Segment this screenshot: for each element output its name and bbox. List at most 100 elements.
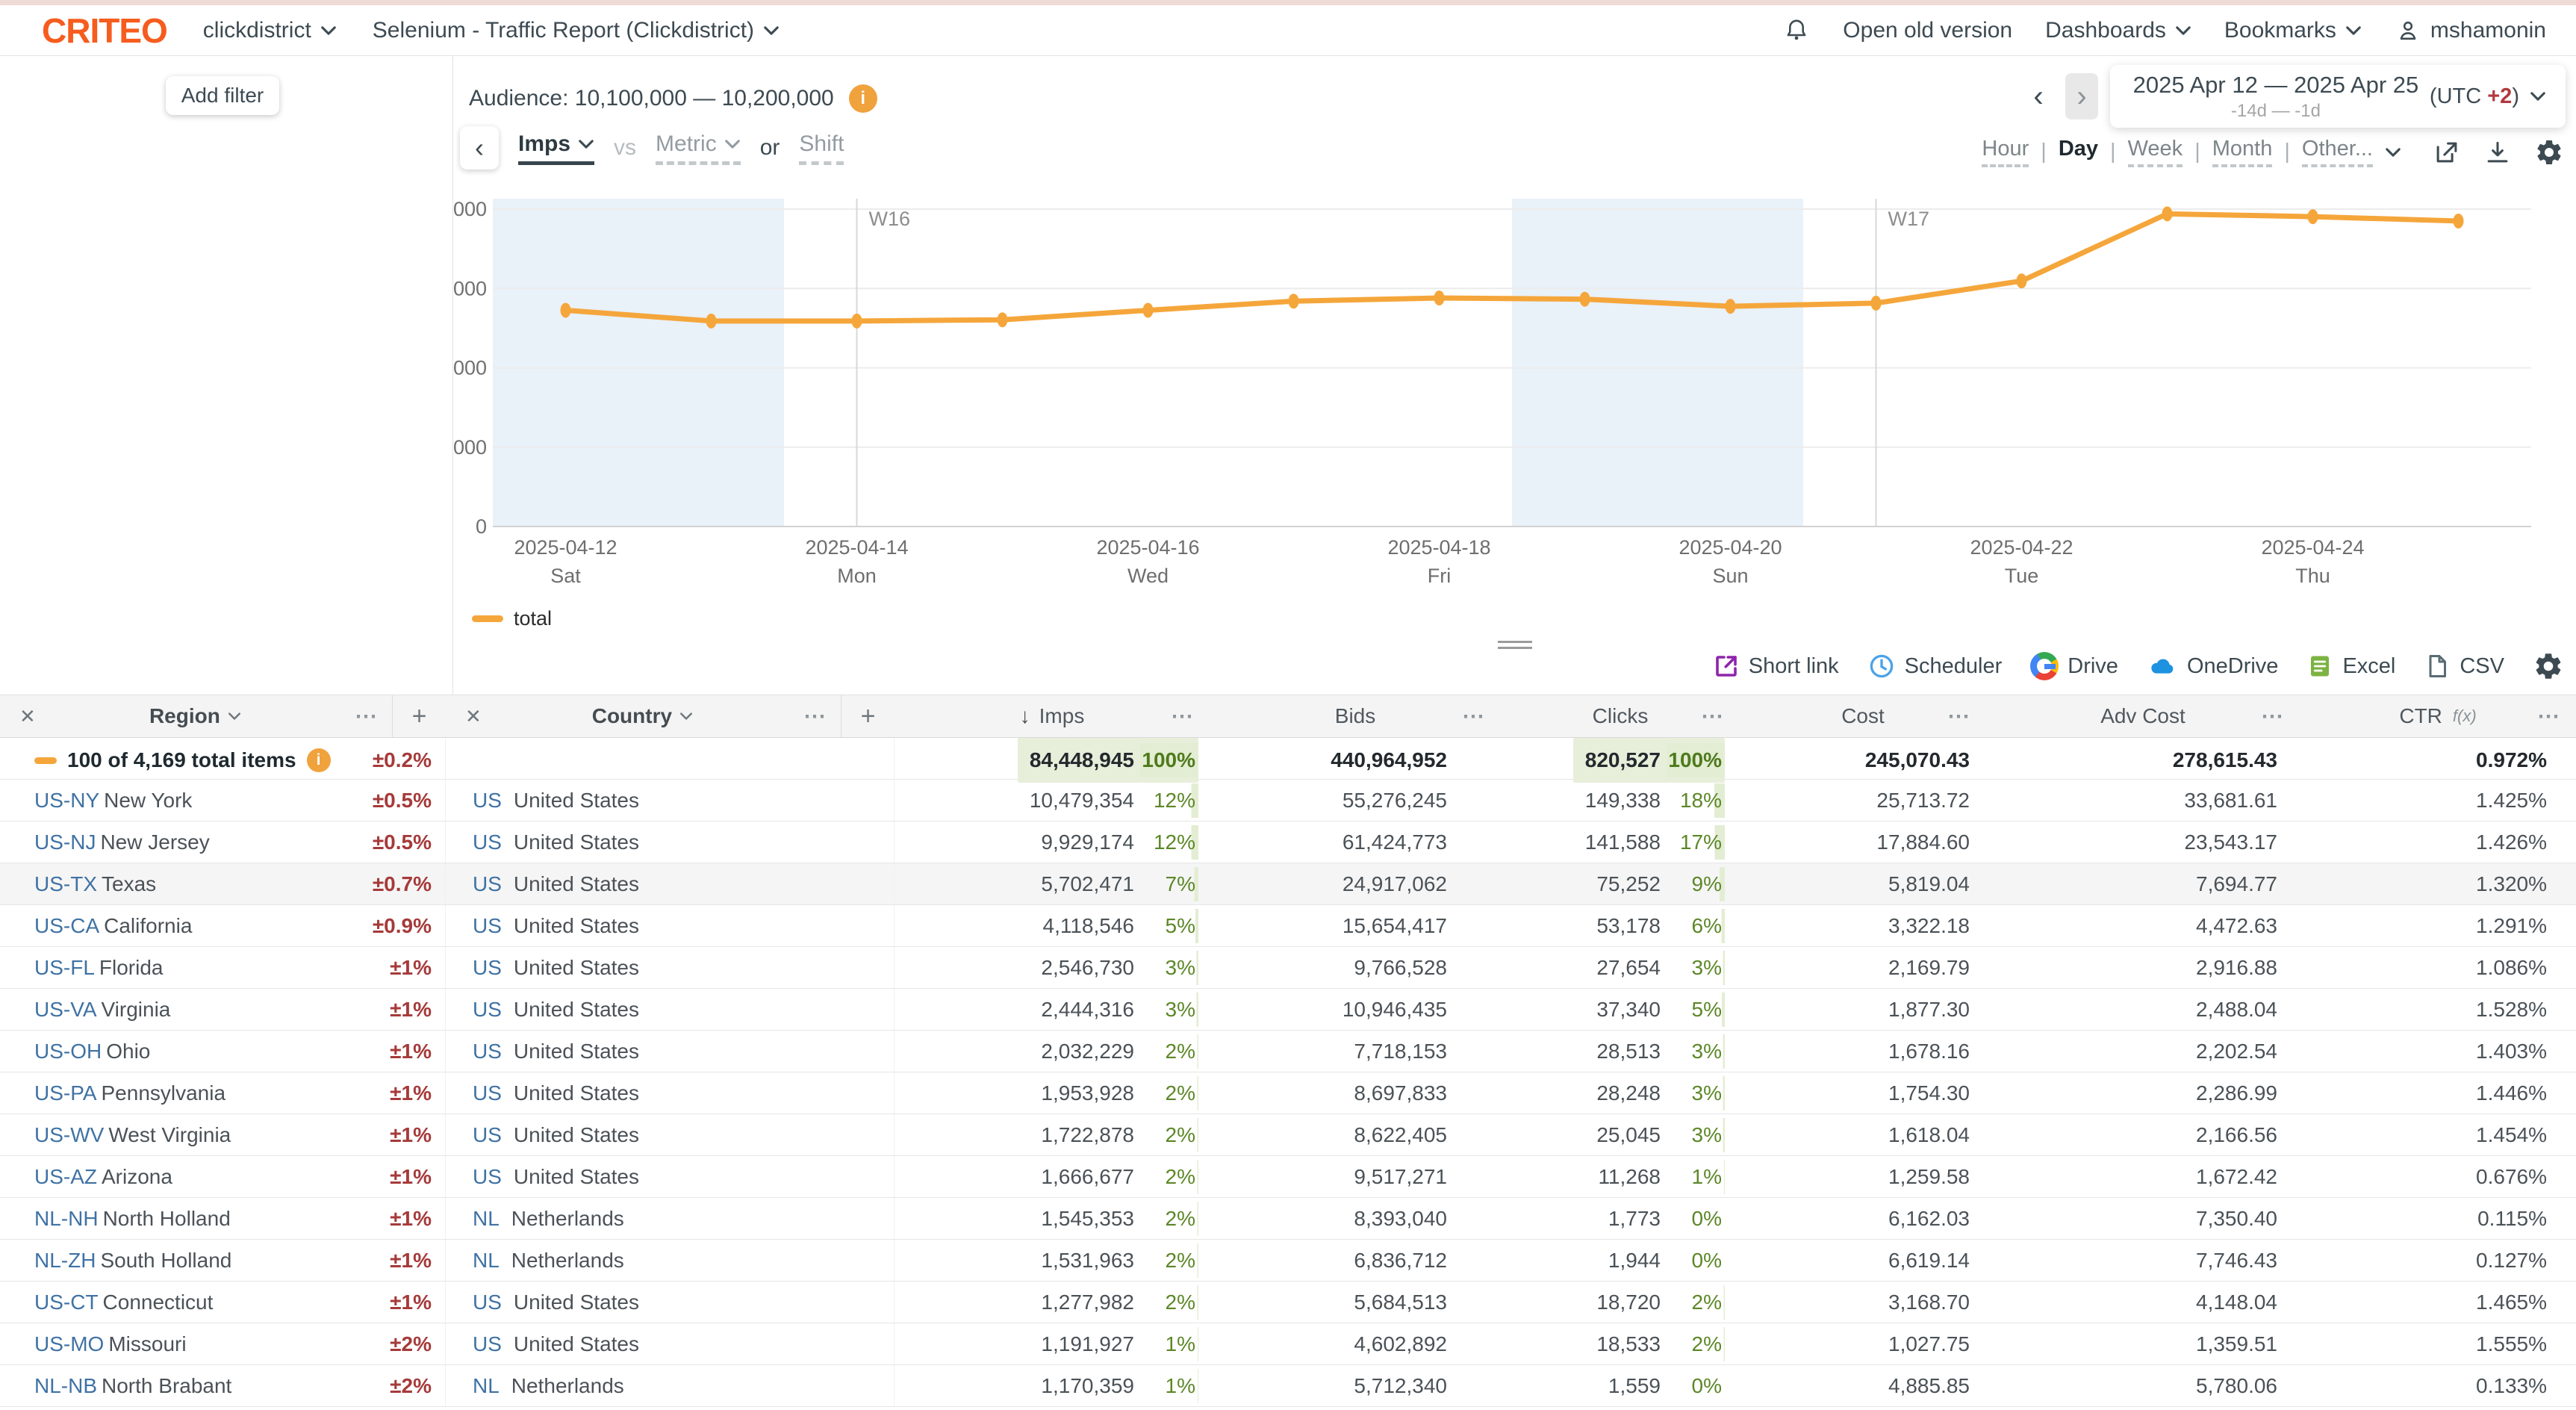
next-period-button[interactable]: › (2065, 73, 2098, 119)
country-code-link[interactable]: NL (473, 1249, 500, 1273)
region-code-link[interactable]: US-OH (34, 1040, 102, 1063)
notifications-bell-icon[interactable] (1783, 17, 1810, 44)
country-code-link[interactable]: US (473, 872, 502, 896)
region-cell[interactable]: US-VAVirginia±1% (0, 989, 446, 1030)
download-chart-icon[interactable] (2483, 138, 2512, 167)
total-info-icon[interactable]: i (307, 748, 331, 772)
bids-header-cell[interactable]: Bids ⋯ (1210, 695, 1501, 737)
region-cell[interactable]: US-NJNew Jersey±0.5% (0, 822, 446, 863)
imps-column-menu[interactable]: ⋯ (1171, 704, 1195, 730)
country-code-link[interactable]: US (473, 1123, 502, 1147)
table-row[interactable]: US-PAPennsylvania±1%USUnited States1,953… (0, 1072, 2576, 1114)
data-point[interactable] (2454, 214, 2464, 229)
country-code-link[interactable]: US (473, 1291, 502, 1314)
country-code-link[interactable]: US (473, 789, 502, 813)
country-code-link[interactable]: US (473, 914, 502, 938)
table-row[interactable]: US-NJNew Jersey±0.5%USUnited States9,929… (0, 822, 2576, 863)
open-old-version-link[interactable]: Open old version (1843, 18, 2012, 43)
chart-legend[interactable]: total (472, 607, 552, 630)
country-cell[interactable]: NLNetherlands (446, 1240, 895, 1281)
table-row[interactable]: US-TXTexas±0.7%USUnited States5,702,4717… (0, 863, 2576, 905)
table-row[interactable]: US-NYNew York±0.5%USUnited States10,479,… (0, 780, 2576, 822)
compare-metric-dropdown[interactable]: Metric (656, 131, 741, 165)
user-menu[interactable]: mshamonin (2395, 17, 2546, 44)
country-cell[interactable]: USUnited States (446, 1072, 895, 1114)
ctr-column-menu[interactable]: ⋯ (2537, 704, 2561, 730)
country-cell[interactable]: USUnited States (446, 1156, 895, 1197)
add-filter-button[interactable]: Add filter (166, 76, 279, 115)
region-cell[interactable]: NL-NHNorth Holland±1% (0, 1198, 446, 1239)
region-code-link[interactable]: NL-NH (34, 1207, 99, 1230)
region-cell[interactable]: US-OHOhio±1% (0, 1031, 446, 1072)
country-column-menu[interactable]: ⋯ (803, 704, 827, 730)
table-row[interactable]: NL-NBNorth Brabant±2%NLNetherlands1,170,… (0, 1365, 2576, 1407)
data-point[interactable] (1289, 294, 1299, 308)
table-row[interactable]: US-AZArizona±1%USUnited States1,666,6772… (0, 1156, 2576, 1198)
table-row[interactable]: US-CACalifornia±0.9%USUnited States4,118… (0, 905, 2576, 947)
collapse-panel-button[interactable]: ‹ (460, 126, 499, 170)
table-row[interactable]: 100 of 4,169 total itemsi±0.2%84,448,945… (0, 738, 2576, 780)
table-row[interactable]: US-MOMissouri±2%USUnited States1,191,927… (0, 1323, 2576, 1365)
table-row[interactable]: US-FLFlorida±1%USUnited States2,546,7303… (0, 947, 2576, 989)
region-cell[interactable]: US-CTConnecticut±1% (0, 1282, 446, 1323)
region-code-link[interactable]: US-WV (34, 1123, 104, 1146)
traffic-trend-chart[interactable]: 8,000,0006,000,0004,000,0002,000,0000W16… (454, 189, 2576, 596)
report-switcher[interactable]: Selenium - Traffic Report (Clickdistrict… (373, 18, 780, 43)
region-code-link[interactable]: NL-NB (34, 1374, 97, 1397)
data-point[interactable] (2017, 273, 2027, 288)
data-point[interactable] (852, 314, 862, 329)
region-cell[interactable]: US-FLFlorida±1% (0, 947, 446, 988)
country-code-link[interactable]: US (473, 998, 502, 1022)
country-cell[interactable]: USUnited States (446, 863, 895, 904)
csv-export-button[interactable]: CSV (2424, 653, 2504, 680)
region-column-header[interactable]: Region (149, 704, 241, 728)
country-cell[interactable]: USUnited States (446, 989, 895, 1030)
cost-header-cell[interactable]: Cost ⋯ (1740, 695, 1986, 737)
adv-cost-column-menu[interactable]: ⋯ (2261, 704, 2285, 730)
bids-column-menu[interactable]: ⋯ (1462, 704, 1486, 730)
region-code-link[interactable]: US-PA (34, 1081, 97, 1105)
region-code-link[interactable]: US-AZ (34, 1165, 97, 1188)
data-point[interactable] (2162, 206, 2173, 221)
share-chart-icon[interactable] (2433, 138, 2461, 167)
country-cell[interactable]: USUnited States (446, 905, 895, 946)
country-code-link[interactable]: NL (473, 1374, 500, 1398)
table-settings-gear-icon[interactable] (2533, 650, 2564, 682)
country-code-link[interactable]: NL (473, 1207, 500, 1231)
remove-region-column-button[interactable]: ✕ (19, 705, 36, 728)
region-cell[interactable]: US-MOMissouri±2% (0, 1323, 446, 1364)
cost-column-menu[interactable]: ⋯ (1947, 704, 1971, 730)
data-point[interactable] (1726, 299, 1736, 314)
table-row[interactable]: NL-NHNorth Holland±1%NLNetherlands1,545,… (0, 1198, 2576, 1240)
country-cell[interactable]: NLNetherlands (446, 1365, 895, 1406)
prev-period-button[interactable]: ‹ (2023, 75, 2053, 118)
primary-metric-dropdown[interactable]: Imps (518, 131, 594, 165)
granularity-week[interactable]: Week (2128, 137, 2183, 167)
country-code-link[interactable]: US (473, 1165, 502, 1189)
country-code-link[interactable]: US (473, 1081, 502, 1105)
region-cell[interactable]: NL-NBNorth Brabant±2% (0, 1365, 446, 1406)
table-row[interactable]: NL-ZHSouth Holland±1%NLNetherlands1,531,… (0, 1240, 2576, 1282)
data-point[interactable] (1143, 302, 1154, 317)
region-code-link[interactable]: US-CA (34, 914, 99, 937)
country-cell[interactable]: USUnited States (446, 780, 895, 821)
data-point[interactable] (706, 314, 717, 329)
region-code-link[interactable]: NL-ZH (34, 1249, 96, 1272)
granularity-month[interactable]: Month (2212, 137, 2273, 167)
shift-compare-button[interactable]: Shift (799, 131, 844, 165)
data-point[interactable] (2308, 209, 2318, 224)
region-cell[interactable]: NL-ZHSouth Holland±1% (0, 1240, 446, 1281)
country-cell[interactable]: USUnited States (446, 1282, 895, 1323)
account-switcher[interactable]: clickdistrict (203, 18, 337, 43)
region-code-link[interactable]: US-FL (34, 956, 95, 979)
add-dimension-button[interactable]: + (841, 695, 895, 737)
data-point[interactable] (561, 302, 571, 317)
region-cell[interactable]: US-WVWest Virginia±1% (0, 1114, 446, 1155)
region-code-link[interactable]: US-MO (34, 1332, 104, 1355)
granularity-hour[interactable]: Hour (1982, 137, 2029, 167)
region-cell[interactable]: US-TXTexas±0.7% (0, 863, 446, 904)
ctr-header-cell[interactable]: CTR f(x) ⋯ (2300, 695, 2576, 737)
table-row[interactable]: US-VAVirginia±1%USUnited States2,444,316… (0, 989, 2576, 1031)
region-code-link[interactable]: US-VA (34, 998, 97, 1021)
table-row[interactable]: US-CTConnecticut±1%USUnited States1,277,… (0, 1282, 2576, 1323)
